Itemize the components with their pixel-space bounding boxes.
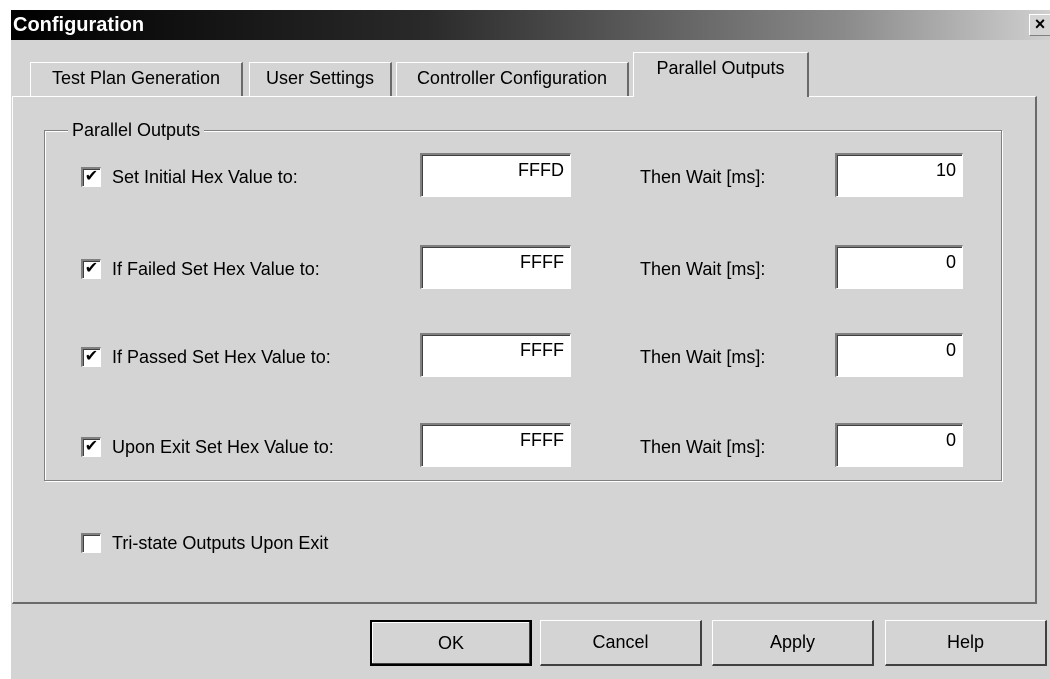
failed-wait-label: Then Wait [ms]: (640, 259, 766, 279)
failed-hex-input[interactable]: FFFF (420, 245, 571, 289)
failed-wait-input[interactable]: 0 (835, 245, 963, 289)
groupbox-title: Parallel Outputs (68, 118, 205, 142)
exit-hex-input[interactable]: FFFF (420, 423, 571, 467)
upon-exit-label: Upon Exit Set Hex Value to: (112, 437, 334, 457)
exit-wait-label: Then Wait [ms]: (640, 437, 766, 457)
help-button[interactable]: Help (885, 620, 1047, 666)
passed-hex-input[interactable]: FFFF (420, 333, 571, 377)
if-passed-label: If Passed Set Hex Value to: (112, 347, 331, 367)
passed-wait-label: Then Wait [ms]: (640, 347, 766, 367)
if-failed-checkbox[interactable]: ✔ (81, 259, 101, 279)
tab-parallel-outputs[interactable]: Parallel Outputs (633, 52, 809, 97)
set-initial-label: Set Initial Hex Value to: (112, 167, 298, 187)
set-initial-checkbox[interactable]: ✔ (81, 167, 101, 187)
initial-wait-label: Then Wait [ms]: (640, 167, 766, 187)
upon-exit-checkbox[interactable]: ✔ (81, 437, 101, 457)
tab-test-plan-generation[interactable]: Test Plan Generation (30, 62, 243, 96)
tab-controller-configuration[interactable]: Controller Configuration (396, 62, 629, 96)
initial-wait-input[interactable]: 10 (835, 153, 963, 197)
if-passed-checkbox[interactable]: ✔ (81, 347, 101, 367)
apply-button[interactable]: Apply (712, 620, 874, 666)
if-failed-label: If Failed Set Hex Value to: (112, 259, 320, 279)
exit-wait-input[interactable]: 0 (835, 423, 963, 467)
tristate-checkbox[interactable] (81, 533, 101, 553)
passed-wait-input[interactable]: 0 (835, 333, 963, 377)
initial-hex-input[interactable]: FFFD (420, 153, 571, 197)
dialog-title: Configuration (13, 14, 145, 36)
cancel-button[interactable]: Cancel (540, 620, 702, 666)
tristate-label: Tri-state Outputs Upon Exit (112, 533, 329, 553)
close-icon[interactable]: × (1029, 14, 1050, 36)
title-bar[interactable]: Configuration × (11, 10, 1050, 40)
ok-button[interactable]: OK (370, 620, 532, 666)
tab-user-settings[interactable]: User Settings (249, 62, 392, 96)
